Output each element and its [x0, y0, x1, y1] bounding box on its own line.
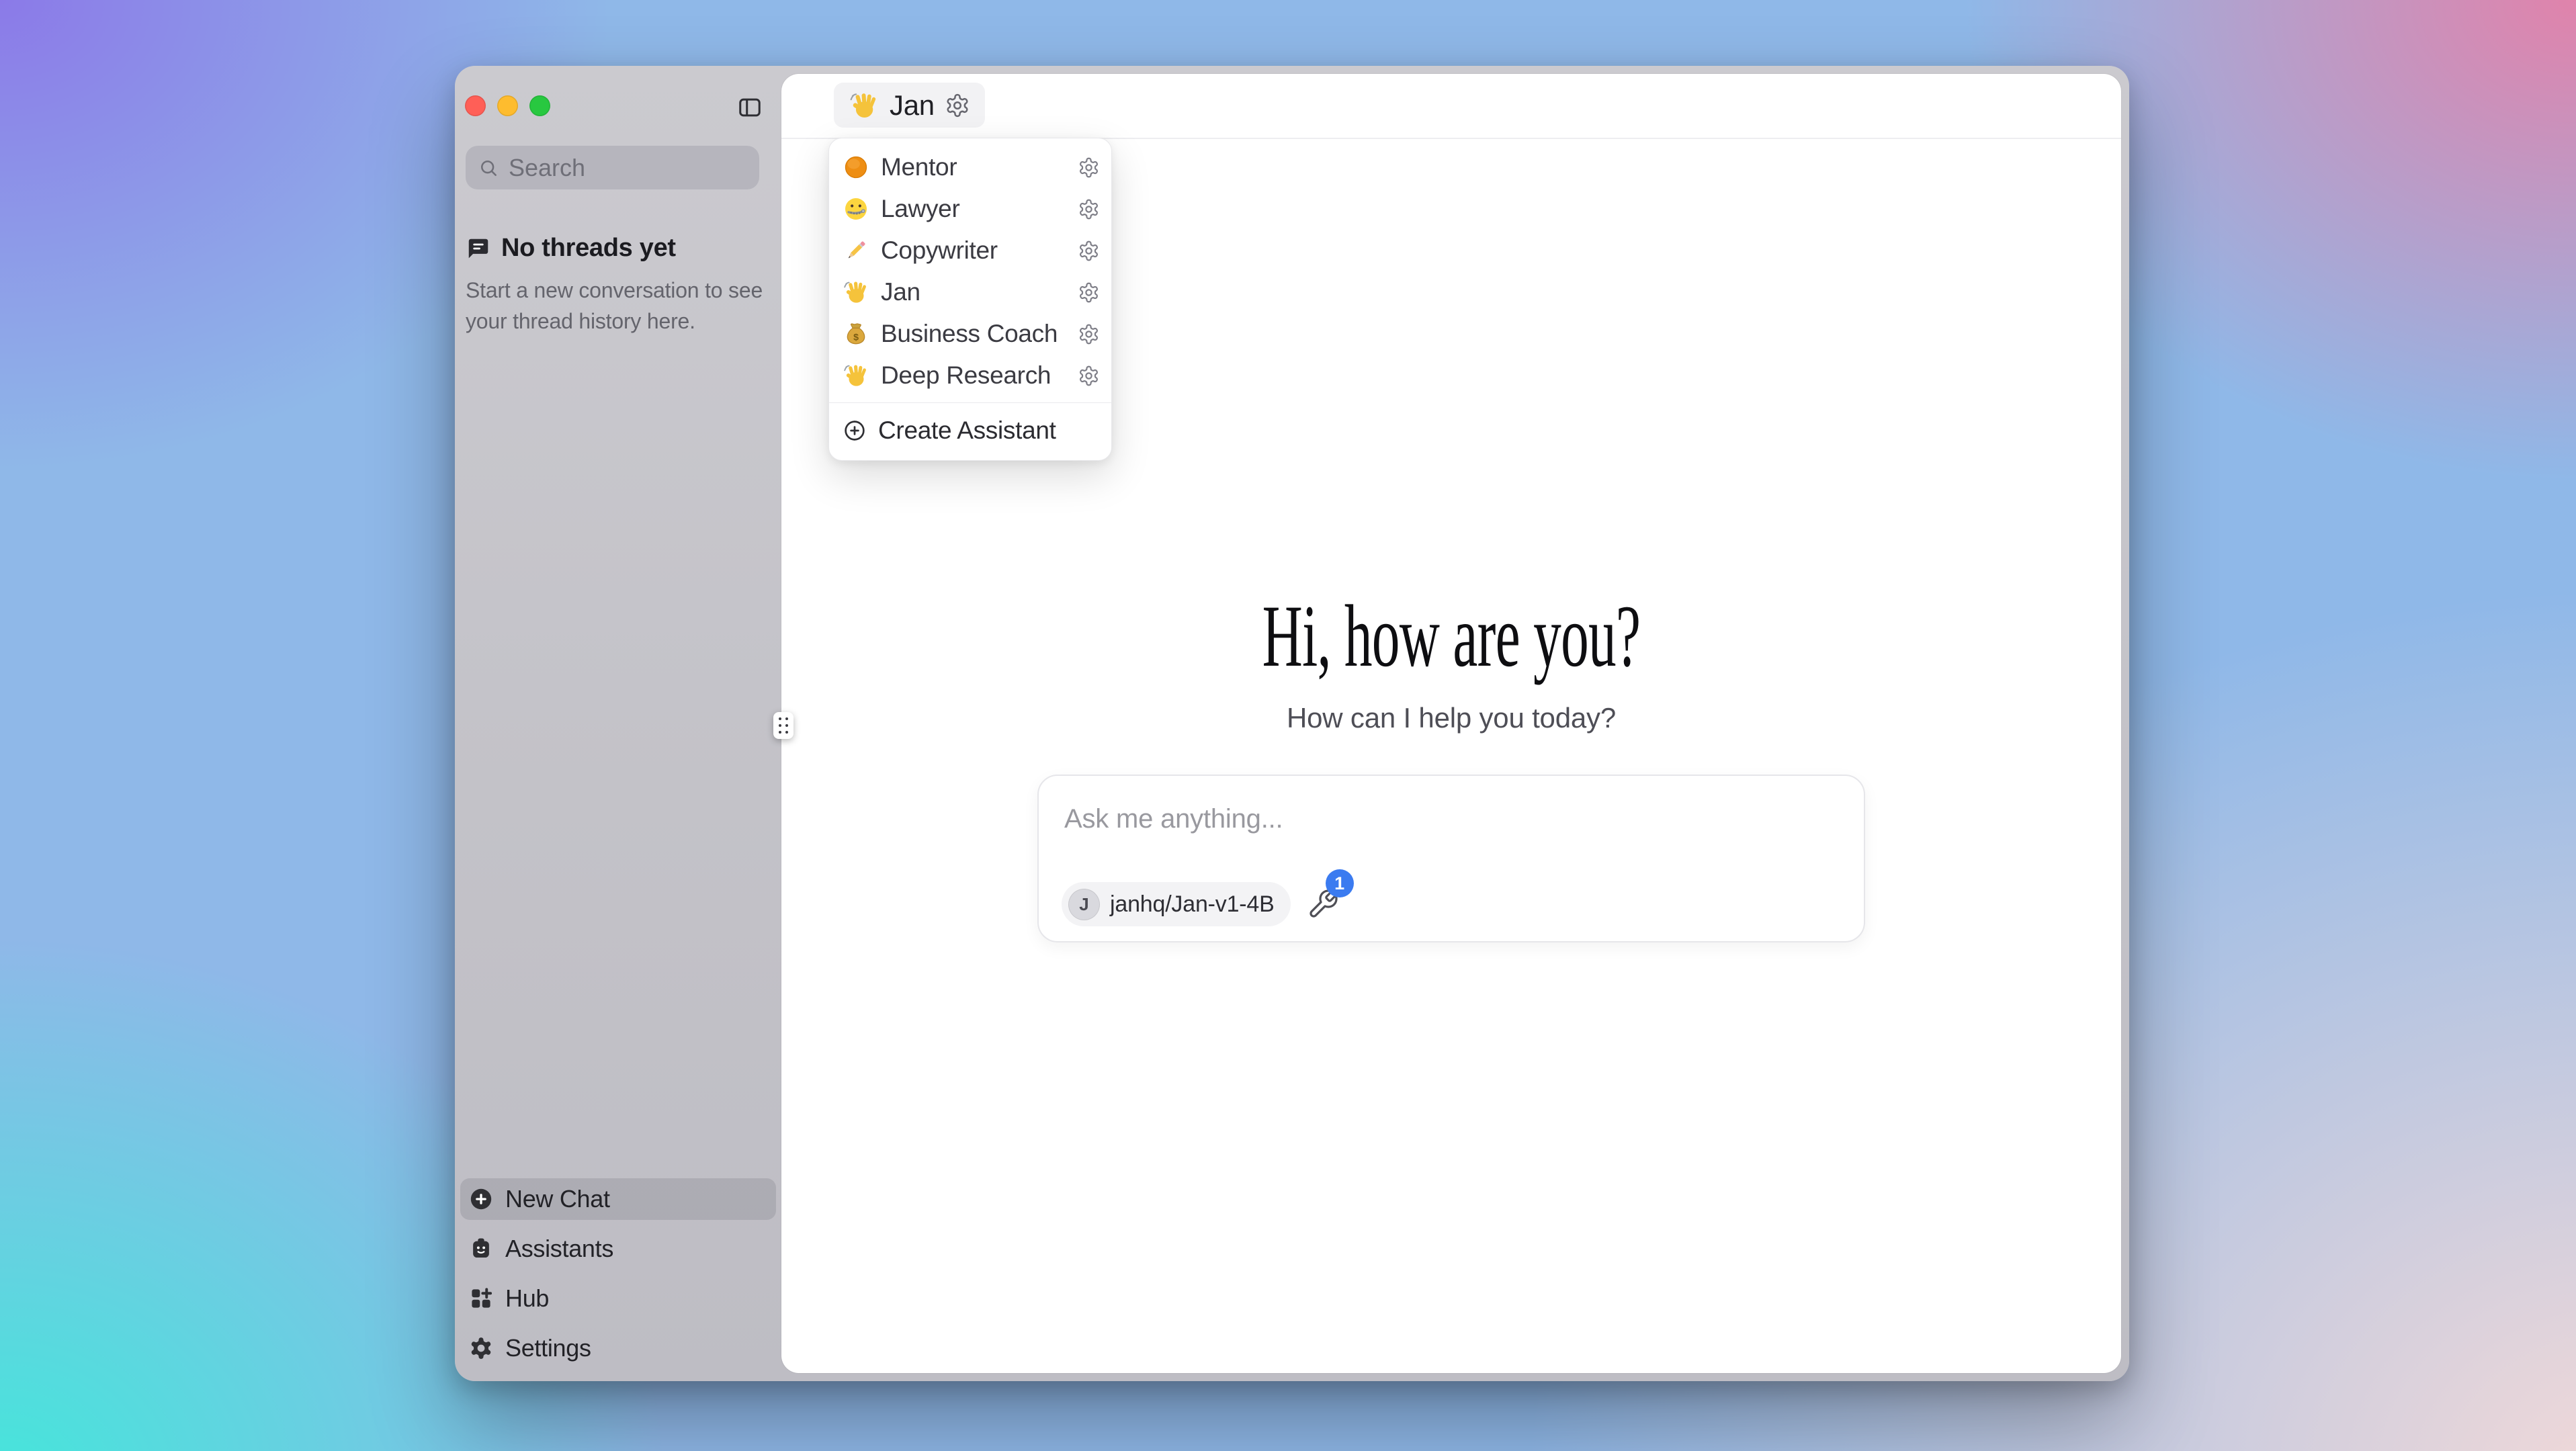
assistant-menu: Mentor Lawyer Copywriter Jan Business Co [828, 138, 1112, 461]
gear-icon [1078, 281, 1100, 304]
model-name: janhq/Jan-v1-4B [1110, 891, 1275, 918]
model-selector[interactable]: J janhq/Jan-v1-4B [1062, 882, 1291, 926]
nav-label: Hub [505, 1284, 549, 1313]
composer-toolbar: J janhq/Jan-v1-4B 1 [1062, 882, 1339, 926]
gear-icon [1078, 365, 1100, 387]
assistant-settings-button[interactable] [1074, 361, 1103, 390]
gear-icon [1078, 198, 1100, 220]
assistant-name: Jan [881, 278, 1062, 306]
create-assistant-button[interactable]: Create Assistant [829, 409, 1111, 452]
plus-circle-icon [468, 1186, 494, 1212]
close-window-button[interactable] [465, 95, 486, 116]
waving-hand-icon [843, 362, 869, 389]
model-avatar: J [1068, 889, 1100, 920]
menu-divider [829, 402, 1111, 403]
composer-placeholder: Ask me anything... [1064, 804, 1283, 834]
tools-count-badge: 1 [1326, 869, 1354, 897]
sidebar-item-hub[interactable]: Hub [460, 1278, 776, 1319]
gear-icon [945, 93, 970, 118]
sidebar-nav: New Chat Assistants Hub Settings [460, 1178, 776, 1369]
welcome-section: Hi, how are you? How can I help you toda… [781, 590, 2121, 734]
chat-composer[interactable]: Ask me anything... J janhq/Jan-v1-4B 1 [1037, 775, 1865, 942]
assistant-name: Deep Research [881, 361, 1062, 390]
search-icon [478, 157, 499, 179]
nav-label: New Chat [505, 1185, 610, 1213]
panel-header: Jan [781, 74, 2121, 139]
assistant-name: Business Coach [881, 320, 1062, 348]
threads-empty-state: No threads yet Start a new conversation … [466, 234, 776, 337]
panel-left-icon [737, 95, 763, 120]
current-assistant-name: Jan [890, 89, 935, 122]
assistant-settings-button[interactable] [1074, 319, 1103, 349]
minimize-window-button[interactable] [497, 95, 518, 116]
zoom-window-button[interactable] [529, 95, 550, 116]
assistant-selector-button[interactable]: Jan [834, 83, 985, 128]
search-placeholder: Search [509, 154, 585, 182]
menu-item-business-coach[interactable]: Business Coach [829, 313, 1111, 355]
tools-button[interactable]: 1 [1307, 888, 1339, 920]
assistant-name: Lawyer [881, 195, 1062, 223]
menu-item-jan[interactable]: Jan [829, 271, 1111, 313]
main-panel: Jan Mentor Lawyer Copywriter [781, 74, 2121, 1373]
empty-state-description: Start a new conversation to see your thr… [466, 275, 776, 337]
grid-plus-icon [468, 1286, 494, 1311]
orange-circle-icon [843, 154, 869, 181]
message-square-icon [466, 236, 491, 261]
assistant-bot-icon [468, 1236, 494, 1262]
nav-label: Assistants [505, 1235, 613, 1263]
assistant-settings-button[interactable] [1074, 277, 1103, 307]
sidebar-item-settings[interactable]: Settings [460, 1327, 776, 1369]
welcome-subtitle: How can I help you today? [781, 702, 2121, 734]
plus-circle-icon [843, 419, 867, 443]
search-input[interactable]: Search [466, 146, 759, 189]
assistant-name: Copywriter [881, 236, 1062, 265]
sidebar-toggle-button[interactable] [737, 93, 767, 122]
sidebar-resize-handle[interactable] [773, 712, 793, 739]
menu-item-lawyer[interactable]: Lawyer [829, 188, 1111, 230]
zipper-mouth-face-icon [843, 195, 869, 222]
waving-hand-icon [849, 90, 879, 121]
app-window: Search No threads yet Start a new conver… [455, 66, 2129, 1381]
menu-item-copywriter[interactable]: Copywriter [829, 230, 1111, 271]
gear-icon [1078, 240, 1100, 262]
sidebar-item-new-chat[interactable]: New Chat [460, 1178, 776, 1220]
empty-state-title: No threads yet [501, 234, 676, 263]
create-assistant-label: Create Assistant [878, 416, 1056, 445]
assistant-settings-button[interactable] [1074, 194, 1103, 224]
menu-item-deep-research[interactable]: Deep Research [829, 355, 1111, 396]
menu-item-mentor[interactable]: Mentor [829, 146, 1111, 188]
assistant-settings-button[interactable] [1074, 152, 1103, 182]
sidebar-item-assistants[interactable]: Assistants [460, 1228, 776, 1270]
gear-icon [1078, 323, 1100, 345]
assistant-name: Mentor [881, 153, 1062, 181]
gear-icon [1078, 157, 1100, 179]
waving-hand-icon [843, 279, 869, 306]
gear-icon [468, 1335, 494, 1361]
assistant-settings-button[interactable] [1074, 236, 1103, 265]
window-controls [465, 95, 550, 116]
welcome-title: Hi, how are you? [1029, 590, 1873, 683]
money-bag-icon [843, 320, 869, 347]
pencil-icon [843, 237, 869, 264]
nav-label: Settings [505, 1334, 591, 1362]
